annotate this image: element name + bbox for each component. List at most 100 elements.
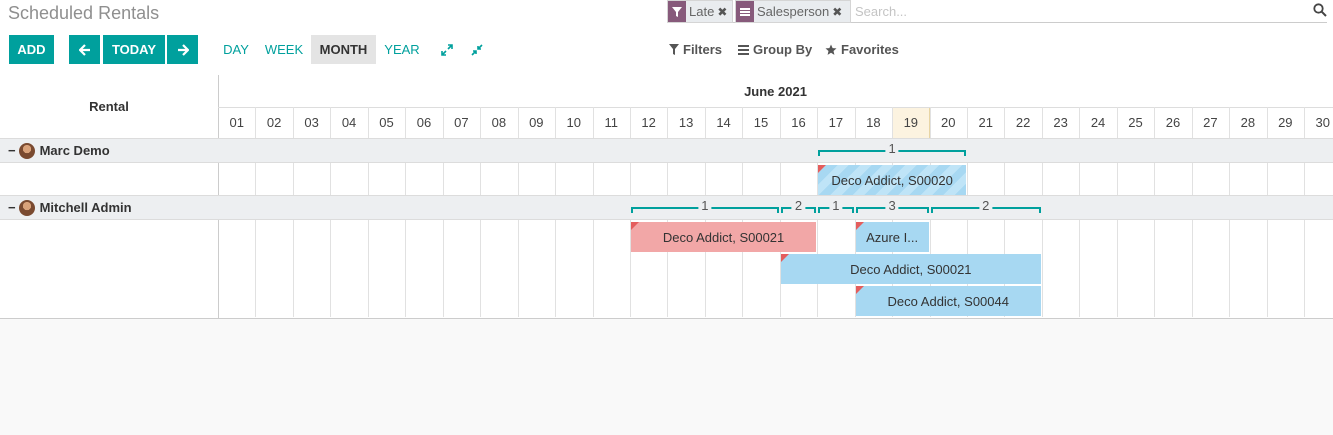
facet-salesperson[interactable]: Salesperson ✖: [735, 0, 851, 23]
next-button[interactable]: [167, 35, 198, 64]
scale-month[interactable]: MONTH: [311, 35, 376, 64]
filter-icon: [669, 44, 679, 55]
grid-line: [405, 163, 407, 195]
grid-line: [1229, 220, 1231, 317]
grid-line: [704, 163, 706, 195]
rental-pill[interactable]: Azure I...: [855, 222, 929, 252]
day-header: 21: [978, 115, 993, 130]
grid-line: [1079, 163, 1081, 195]
day-header: 14: [716, 115, 731, 130]
arrow-left-icon: [78, 43, 90, 56]
rental-pill[interactable]: Deco Addict, S00044: [855, 286, 1041, 316]
grid-line: [517, 220, 519, 317]
group-label[interactable]: − Mitchell Admin: [8, 195, 132, 220]
late-marker: [630, 222, 639, 230]
grid-line: [292, 107, 294, 138]
group-label[interactable]: − Marc Demo: [8, 138, 110, 163]
grid-line: [892, 107, 894, 138]
pill-label: Deco Addict, S00021: [850, 261, 972, 277]
group-by-dropdown[interactable]: Group By: [738, 42, 812, 57]
count-label: 1: [885, 142, 899, 156]
grid-line: [1266, 163, 1268, 195]
count-bracket: 1: [818, 142, 966, 156]
grid-line: [742, 107, 744, 138]
grid-line: [330, 107, 332, 138]
scale-year[interactable]: YEAR: [380, 35, 424, 64]
expand-rows-button[interactable]: [437, 35, 457, 64]
late-marker: [855, 286, 864, 294]
grid-line: [1191, 163, 1193, 195]
count-label: 1: [829, 199, 843, 213]
grid-line: [1116, 163, 1118, 195]
day-header: 27: [1203, 115, 1218, 130]
grid-line: [1304, 220, 1306, 317]
collapse-group-icon[interactable]: −: [8, 200, 16, 215]
group-row[interactable]: [0, 138, 1333, 163]
count-label: 2: [979, 199, 993, 213]
scale-week[interactable]: WEEK: [261, 35, 307, 64]
facet-label: Salesperson: [757, 4, 830, 19]
grid-line: [1041, 163, 1043, 195]
grid-line: [592, 163, 594, 195]
day-header: 18: [866, 115, 881, 130]
grid-line: [555, 107, 557, 138]
count-label: 3: [885, 199, 899, 213]
grid-line: [330, 163, 332, 195]
grid-line: [967, 163, 968, 195]
group-name: Marc Demo: [39, 143, 110, 158]
search-input[interactable]: [855, 2, 1295, 20]
previous-button[interactable]: [69, 35, 100, 64]
close-icon[interactable]: ✖: [832, 5, 845, 19]
count-bracket: 1: [818, 199, 854, 213]
day-header: 22: [1015, 115, 1031, 130]
favorites-dropdown[interactable]: Favorites: [825, 42, 899, 57]
grid-line: [1191, 220, 1193, 317]
day-header: 19: [903, 115, 919, 130]
grid-line: [742, 163, 744, 195]
grid-line: [1154, 107, 1156, 138]
grid-line: [1116, 107, 1118, 138]
grid-line: [405, 107, 407, 138]
grid-line: [367, 220, 369, 317]
facet-late[interactable]: Late ✖: [667, 0, 733, 23]
grid-line: [442, 220, 444, 317]
day-header: 08: [491, 115, 507, 130]
close-icon[interactable]: ✖: [717, 5, 730, 19]
grid-line: [255, 220, 257, 317]
search-icon[interactable]: [1313, 3, 1327, 17]
rental-pill[interactable]: Deco Addict, S00021: [630, 222, 817, 252]
count-bracket: 2: [780, 199, 817, 213]
collapse-group-icon[interactable]: −: [8, 143, 16, 158]
grid-line: [1266, 107, 1268, 138]
count-bracket: 3: [855, 199, 929, 213]
month-title: June 2021: [218, 75, 1333, 108]
rental-pill[interactable]: Deco Addict, S00021: [780, 254, 1041, 284]
pill-label: Deco Addict, S00021: [662, 229, 785, 245]
scale-day[interactable]: DAY: [218, 35, 254, 64]
grid-line: [779, 163, 781, 195]
grid-line: [704, 107, 706, 138]
today-button[interactable]: TODAY: [103, 35, 165, 64]
grid-line: [1304, 163, 1306, 195]
day-header: 04: [341, 115, 357, 130]
add-button[interactable]: ADD: [9, 35, 54, 64]
day-header: 11: [604, 115, 618, 130]
collapse-rows-button[interactable]: [467, 35, 487, 64]
grid-line: [1041, 220, 1043, 317]
grid-line: [480, 220, 482, 317]
page-title: Scheduled Rentals: [8, 3, 160, 23]
pill-label: Deco Addict, S00020: [831, 172, 953, 188]
day-header: 24: [1090, 115, 1106, 130]
control-panel: Scheduled Rentals Late ✖ Salesperson ✖ A…: [0, 0, 1333, 76]
grid-line: [1079, 220, 1081, 317]
count-bracket: 1: [630, 199, 779, 213]
pill-label: Deco Addict, S00044: [887, 293, 1009, 309]
star-icon: [825, 44, 837, 55]
grid-line: [1304, 107, 1306, 138]
rental-pill[interactable]: Deco Addict, S00020: [818, 165, 966, 195]
grid-line: [1079, 107, 1081, 138]
filters-label: Filters: [683, 42, 723, 57]
avatar: [18, 199, 35, 216]
grid-line: [480, 107, 482, 138]
filters-dropdown[interactable]: Filters: [669, 42, 722, 57]
